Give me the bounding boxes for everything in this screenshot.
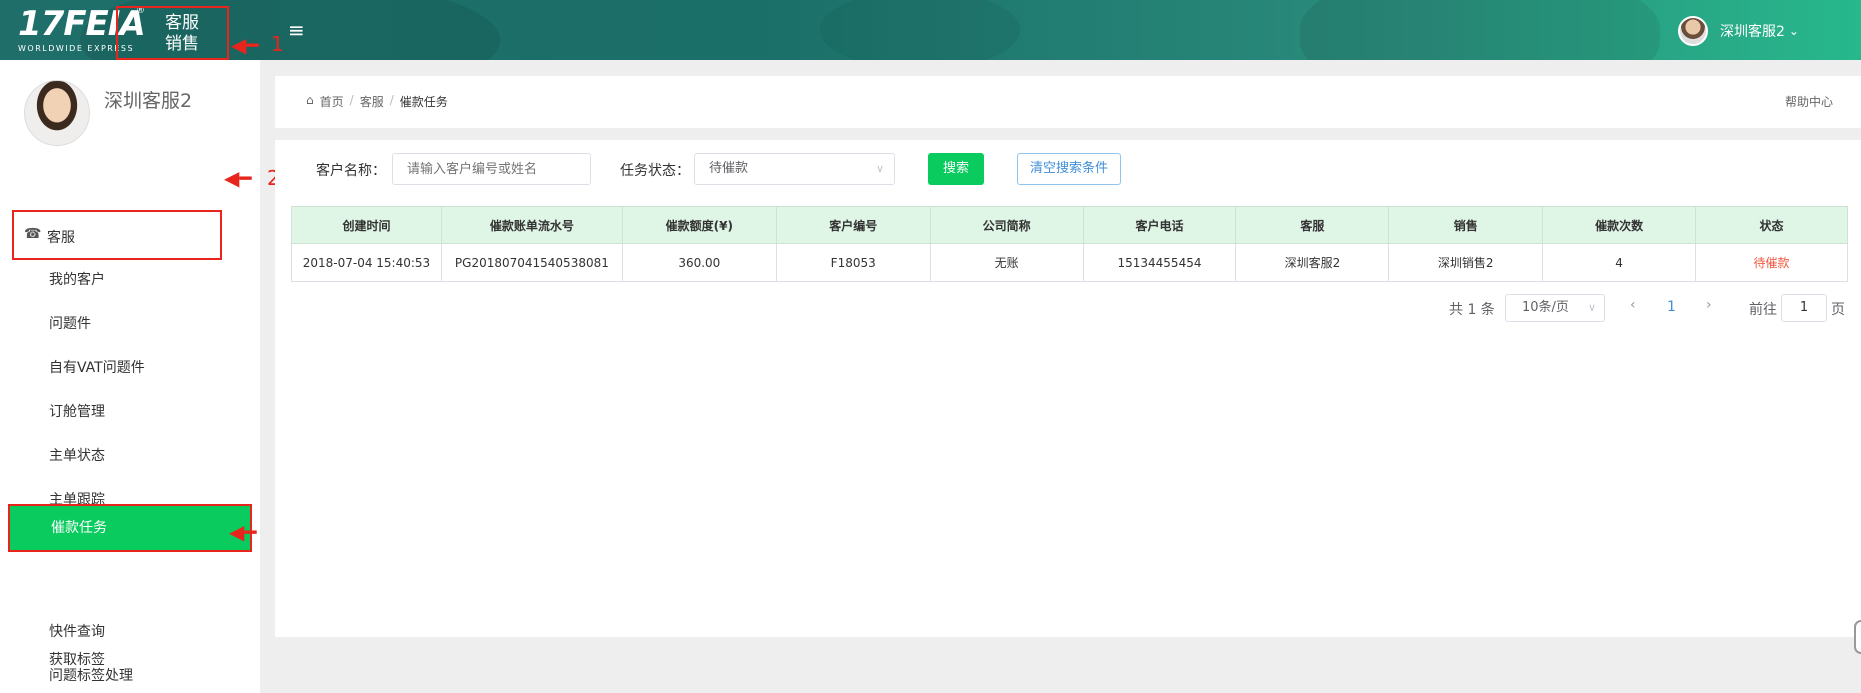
user-menu[interactable]: 深圳客服2 ⌄ [1678,16,1799,46]
phone-icon: ☎ [24,226,42,242]
sidebar-item-get-labels[interactable]: 获取标签 [0,640,260,680]
table-cell: 无账 [929,243,1084,282]
sidebar-item-vat-problems[interactable]: 自有VAT问题件 [0,348,260,388]
annotation-arrow-3: ◀━ [229,520,257,544]
column-header: 公司简称 [929,206,1084,244]
sidebar-item-master-status[interactable]: 主单状态 [0,436,260,476]
clear-search-button[interactable]: 清空搜索条件 [1017,153,1121,185]
role-sales[interactable]: 销售 [165,34,227,55]
table-cell: 深圳销售2 [1388,243,1544,282]
sidebar: 深圳客服2 ☎ 客服 我的客户 问题件 自有VAT问题件 订舱管理 主单状态 主… [0,60,260,693]
sidebar-item-collection-tasks[interactable]: 催款任务 [8,504,252,552]
table-cell: 4 [1542,243,1697,282]
breadcrumb-separator: / [349,93,354,107]
user-name: 深圳客服2 [1720,24,1785,40]
column-header: 客户电话 [1082,206,1237,244]
breadcrumb-customer-service[interactable]: 客服 [360,93,384,110]
world-map-decoration [820,0,1020,60]
breadcrumb-current: 催款任务 [399,95,448,109]
task-status-label: 任务状态： [620,163,690,179]
chevron-down-icon: ⌄ [1788,24,1799,38]
column-header: 客服 [1235,206,1390,244]
sidebar-item-my-customers[interactable]: 我的客户 [0,260,260,300]
collection-task-table: 创建时间 催款账单流水号 催款额度(¥) 客户编号 公司简称 客户电话 客服 销… [291,206,1848,282]
home-icon: ⌂ [306,93,314,107]
annotation-arrow-1: ◀━ [231,33,259,57]
page-number-1[interactable]: 1 [1667,299,1676,315]
role-customer-service[interactable]: 客服 [165,13,227,34]
breadcrumb: ⌂ 首页 / 客服 / 催款任务 [306,93,448,110]
sidebar-section-label: 客服 [47,230,75,246]
world-map-decoration [1300,0,1660,60]
chevron-down-icon: ∨ [1587,301,1596,314]
avatar [24,80,90,146]
prev-page-icon[interactable]: ‹ [1630,297,1636,313]
next-page-icon[interactable]: › [1706,297,1712,313]
column-header: 催款次数 [1542,206,1697,244]
table-cell: F18053 [775,243,931,282]
sidebar-user-name: 深圳客服2 [104,90,193,112]
scrollbar-handle[interactable] [1854,620,1861,654]
menu-toggle-icon[interactable]: ≡ [288,18,305,42]
chevron-down-icon: ∨ [875,162,884,175]
column-header: 客户编号 [775,206,931,244]
sidebar-item-booking[interactable]: 订舱管理 [0,392,260,432]
table-cell: 15134455454 [1082,243,1237,282]
page-size-value: 10条/页 [1522,300,1569,315]
goto-label: 前往 [1749,302,1777,318]
annotation-number-1: 1 [271,32,284,56]
help-center-link[interactable]: 帮助中心 [1785,93,1833,110]
table-cell: 2018-07-04 15:40:53 [291,243,442,282]
pagination-total: 共 1 条 [1449,302,1495,318]
search-button[interactable]: 搜索 [928,153,984,185]
avatar [1678,16,1708,46]
annotation-arrow-2: ◀━ [224,166,252,190]
page-suffix: 页 [1831,302,1845,318]
breadcrumb-separator: / [389,93,394,107]
sidebar-item-problem-parcels[interactable]: 问题件 [0,304,260,344]
table-cell: 360.00 [621,243,777,282]
column-header: 催款额度(¥) [621,206,777,244]
table-cell: PG201807041540538081 [440,243,623,282]
column-header: 状态 [1695,206,1848,244]
role-switcher[interactable]: 客服 销售 [116,6,229,60]
column-header: 催款账单流水号 [440,206,623,244]
page-size-select[interactable]: 10条/页 ∨ [1505,294,1605,322]
column-header: 创建时间 [291,206,442,244]
sidebar-section-customer-service[interactable]: ☎ 客服 [12,210,222,260]
table-cell: 深圳客服2 [1235,243,1390,282]
breadcrumb-panel [275,76,1861,128]
task-status-value: 待催款 [709,161,749,176]
task-status-select[interactable]: 待催款 ∨ [694,153,895,185]
table-row[interactable]: 2018-07-04 15:40:53 PG201807041540538081… [291,243,1848,282]
goto-page-input[interactable]: 1 [1781,294,1827,322]
customer-name-label: 客户名称： [316,163,386,179]
customer-search-input[interactable] [392,153,591,185]
breadcrumb-home[interactable]: 首页 [320,93,344,110]
table-header-row: 创建时间 催款账单流水号 催款额度(¥) 客户编号 公司简称 客户电话 客服 销… [291,206,1848,244]
column-header: 销售 [1388,206,1544,244]
status-badge[interactable]: 待催款 [1695,243,1848,282]
